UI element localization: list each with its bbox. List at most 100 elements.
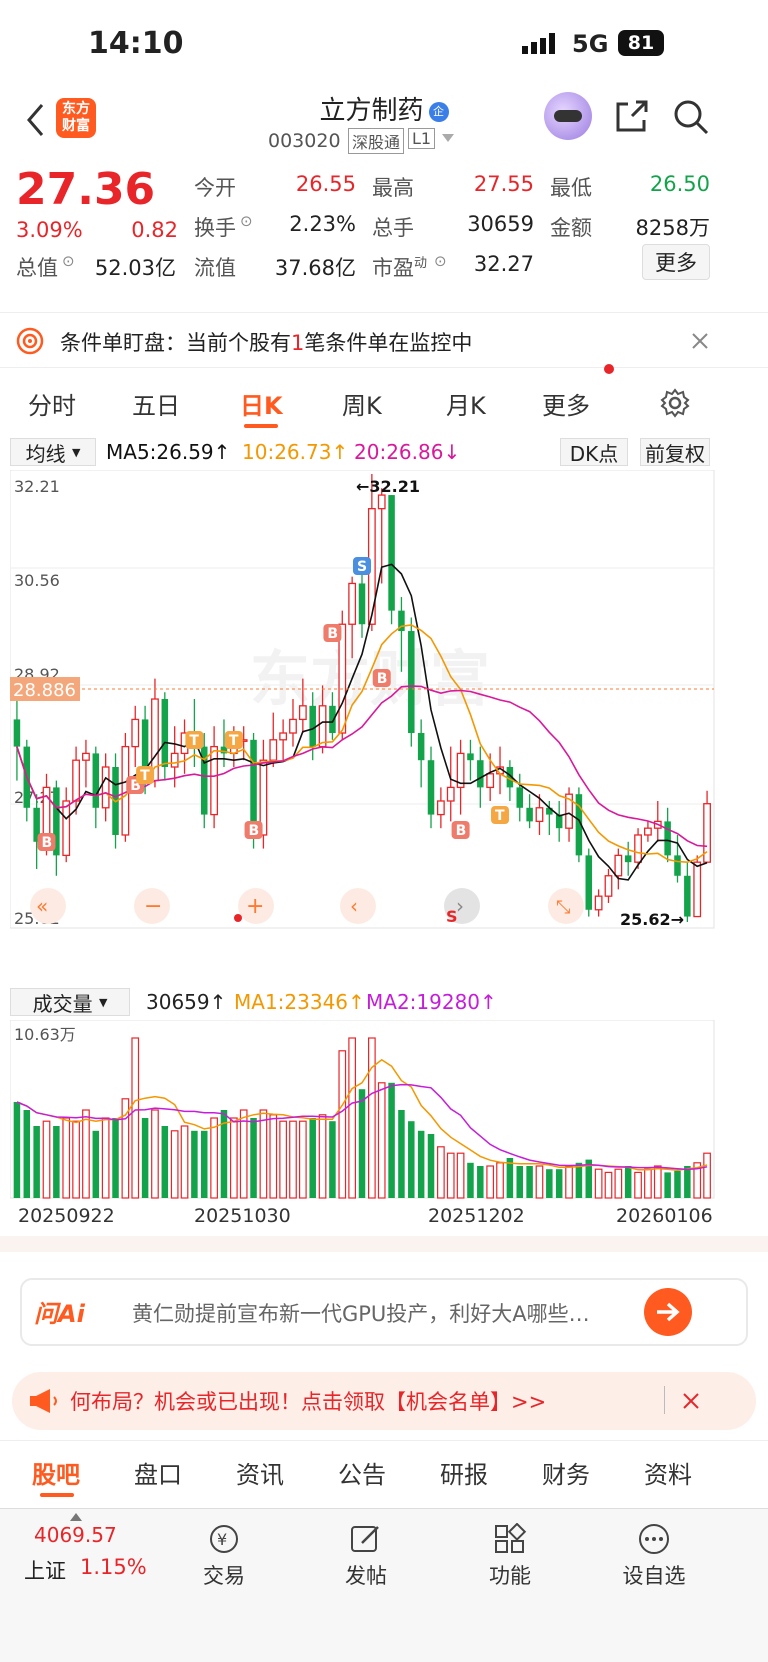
tab-more[interactable]: 更多	[542, 386, 590, 421]
condition-order-bar[interactable]: 条件单盯盘：当前个股有1笔条件单在监控中	[0, 312, 768, 368]
nav-title-block[interactable]: 立方制药 企	[0, 90, 768, 127]
candle	[131, 718, 140, 748]
active-tab-indicator	[40, 1493, 74, 1497]
index-change[interactable]: 1.15%	[80, 1555, 147, 1579]
signal-letter: T	[495, 808, 505, 824]
volume-chart[interactable]: 10.63万	[9, 1019, 758, 1200]
turnover-value: 2.23%	[289, 212, 356, 236]
ai-search-bar[interactable]: 问Ai 黄仁勋提前宣布新一代GPU投产，利好大A哪些…	[20, 1278, 748, 1346]
edit-icon	[351, 1526, 379, 1552]
candle	[477, 760, 484, 788]
share-icon[interactable]	[614, 98, 650, 134]
float-label: 流值	[194, 256, 236, 280]
quote-panel: 27.36 3.09% 0.82 今开 26.55 最高 27.55 最低 26…	[0, 164, 768, 308]
index-name[interactable]: 上证	[24, 1555, 66, 1585]
open-label: 今开	[194, 176, 236, 200]
period-tabs: 分时 五日 日K 周K 月K 更多	[0, 364, 768, 432]
tab-guba[interactable]: 股吧	[32, 1455, 80, 1490]
ma20-label: 20:26.86↓	[354, 440, 461, 464]
tab-pankou[interactable]: 盘口	[134, 1455, 182, 1490]
volume-bar	[201, 1130, 208, 1198]
tab-month-k[interactable]: 月K	[446, 386, 486, 421]
high-value: 27.55	[473, 172, 534, 196]
candle	[309, 705, 316, 747]
dock-watchlist[interactable]: 设自选	[604, 1523, 704, 1590]
volume-max-label: 10.63万	[14, 1025, 76, 1044]
tab-minute[interactable]: 分时	[28, 386, 76, 421]
volume-svg[interactable]: 10.63万	[9, 1019, 758, 1200]
info-tabs: 股吧 盘口 资讯 公告 研报 财务 资料	[0, 1440, 768, 1504]
target-icon	[16, 327, 44, 355]
index-value[interactable]: 4069.57	[34, 1523, 117, 1547]
signal-letter: T	[189, 733, 199, 749]
more-button[interactable]: 更多	[642, 244, 710, 280]
close-icon[interactable]	[690, 331, 710, 351]
pe-value: 32.27	[473, 252, 534, 276]
volume-bar	[151, 1109, 159, 1199]
tab-week-k[interactable]: 周K	[342, 386, 382, 421]
ma-indicator-label: 均线	[25, 441, 66, 466]
volume-bar	[180, 1125, 189, 1199]
volume-bar	[408, 1121, 415, 1198]
tab-finance[interactable]: 财务	[542, 1455, 590, 1490]
settings-icon[interactable]	[660, 388, 690, 418]
scroll-left-button[interactable]	[340, 888, 376, 924]
tab-news[interactable]: 资讯	[236, 1455, 284, 1490]
dropdown-icon[interactable]	[442, 134, 454, 142]
network-label: 5G	[572, 30, 609, 58]
dock-function[interactable]: 功能	[460, 1522, 560, 1590]
candle	[358, 583, 366, 625]
volume-bar	[289, 1120, 297, 1199]
volume-bar	[634, 1171, 642, 1199]
ma-indicator-select[interactable]: 均线 ▼	[10, 438, 96, 466]
volume-now-text: 30659	[146, 990, 210, 1014]
volume-bar	[62, 1117, 71, 1199]
info-icon[interactable]: ⊙	[434, 252, 447, 270]
tab-profile[interactable]: 资料	[644, 1455, 692, 1490]
signal-letter: T	[229, 733, 239, 749]
volume-bar	[141, 1118, 149, 1198]
dock-trade[interactable]: ¥ 交易	[174, 1523, 274, 1590]
kline-svg[interactable]: 东方财富 32.21 30.56 28.92 27.27 25.62 28.88…	[9, 469, 758, 980]
dock-post[interactable]: 发帖	[316, 1523, 416, 1590]
volume-bar	[546, 1169, 553, 1198]
tab-five-day[interactable]: 五日	[132, 386, 180, 421]
ai-submit-button[interactable]	[644, 1288, 692, 1336]
float-value: 37.68亿	[274, 256, 356, 280]
volume-bar	[92, 1130, 100, 1198]
dk-point-button[interactable]: DK点	[560, 438, 628, 466]
volume-bar	[526, 1166, 533, 1198]
ai-prompt: 黄仁勋提前宣布新一代GPU投产，利好大A哪些…	[132, 1302, 590, 1326]
volume-bar	[318, 1114, 327, 1199]
candle	[634, 834, 642, 863]
kline-chart[interactable]: 东方财富 32.21 30.56 28.92 27.27 25.62 28.88…	[9, 469, 758, 980]
volume-ma2: MA2:19280↑	[366, 990, 497, 1014]
info-icon[interactable]: ⊙	[62, 252, 75, 270]
candle	[92, 753, 100, 808]
candle	[318, 705, 327, 748]
tab-announcements[interactable]: 公告	[338, 1455, 386, 1490]
candle	[516, 787, 523, 808]
volume-bar	[191, 1130, 198, 1198]
close-icon[interactable]	[682, 1392, 700, 1410]
volume-bar	[23, 1110, 31, 1198]
search-icon[interactable]	[672, 98, 710, 136]
tab-day-k[interactable]: 日K	[240, 386, 283, 421]
active-tab-indicator	[244, 424, 278, 428]
volume-bar	[269, 1114, 278, 1199]
volume-bar	[653, 1165, 662, 1199]
promo-banner[interactable]: 何布局？机会或已出现！点击领取【机会名单】>>	[12, 1372, 756, 1430]
tag-l1: L1	[408, 128, 436, 149]
condition-count: 1	[291, 331, 305, 355]
tab-research[interactable]: 研报	[440, 1455, 488, 1490]
volume-indicator-select[interactable]: 成交量 ▼	[10, 988, 130, 1016]
adjust-button[interactable]: 前复权	[640, 438, 710, 466]
volume-bar	[624, 1166, 632, 1198]
ai-assistant-avatar[interactable]	[544, 92, 592, 140]
condition-text: 条件单盯盘：当前个股有1笔条件单在监控中	[60, 327, 472, 357]
candle	[644, 827, 652, 836]
candle	[446, 786, 455, 802]
info-icon[interactable]: ⊙	[240, 212, 253, 230]
volume-bar	[388, 1082, 395, 1198]
candle	[101, 766, 110, 809]
